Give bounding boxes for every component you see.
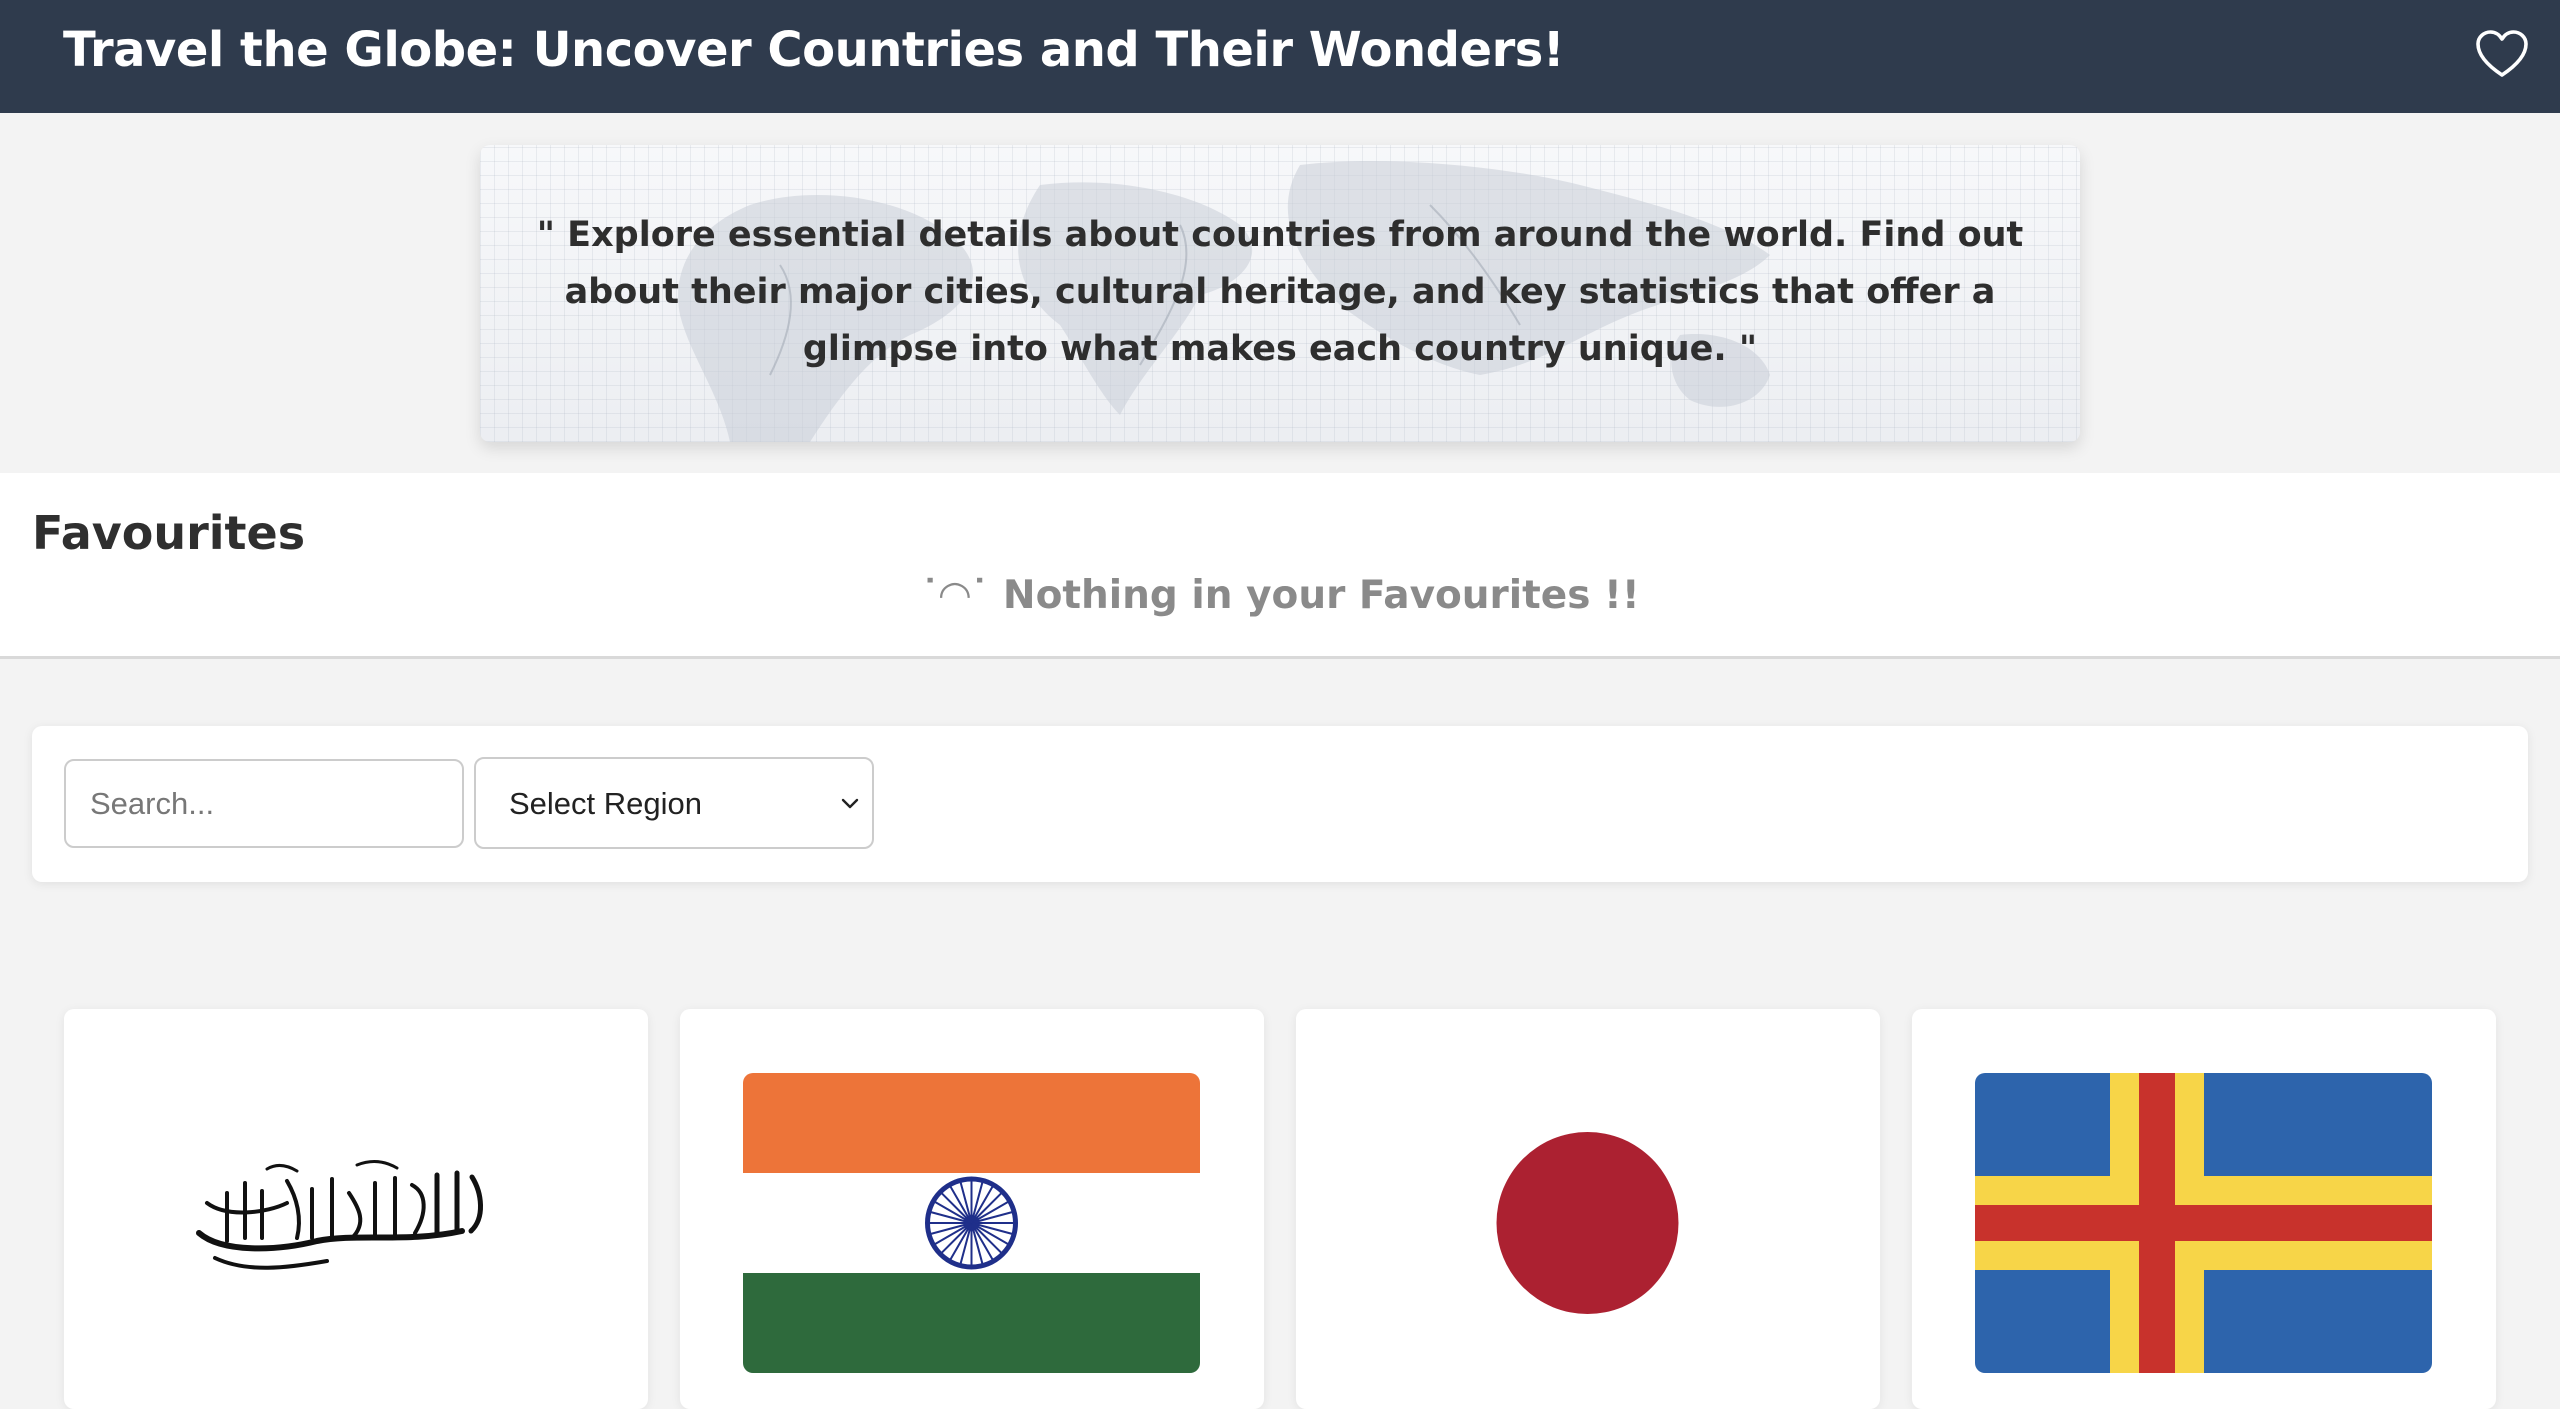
chevron-down-icon — [841, 798, 859, 809]
country-card[interactable] — [1296, 1009, 1880, 1409]
region-select[interactable]: Select Region — [474, 757, 874, 849]
country-card[interactable] — [1912, 1009, 2496, 1409]
country-card[interactable] — [680, 1009, 1264, 1409]
country-card[interactable] — [64, 1009, 648, 1409]
hero-quote: " Explore essential details about countr… — [536, 215, 2024, 369]
aland-islands-flag — [1975, 1073, 2432, 1373]
afghanistan-flag — [127, 1073, 584, 1373]
japan-flag — [1359, 1073, 1816, 1373]
favourites-title: Favourites — [32, 506, 306, 560]
favourites-empty-message: ˙◠˙ Nothing in your Favourites !! — [920, 573, 1640, 618]
hero-banner: " Explore essential details about countr… — [480, 145, 2080, 442]
filter-bar: Select Region — [32, 726, 2528, 882]
region-select-value: Select Region — [509, 786, 703, 821]
heart-outline-icon[interactable] — [2475, 28, 2529, 82]
app-title: Travel the Globe: Uncover Countries and … — [63, 22, 1565, 78]
app-header: Travel the Globe: Uncover Countries and … — [0, 0, 2560, 113]
search-input[interactable] — [64, 759, 464, 848]
favourites-section: Favourites ˙◠˙ Nothing in your Favourite… — [0, 473, 2560, 659]
india-flag — [743, 1073, 1200, 1373]
hero-section: " Explore essential details about countr… — [0, 113, 2560, 473]
